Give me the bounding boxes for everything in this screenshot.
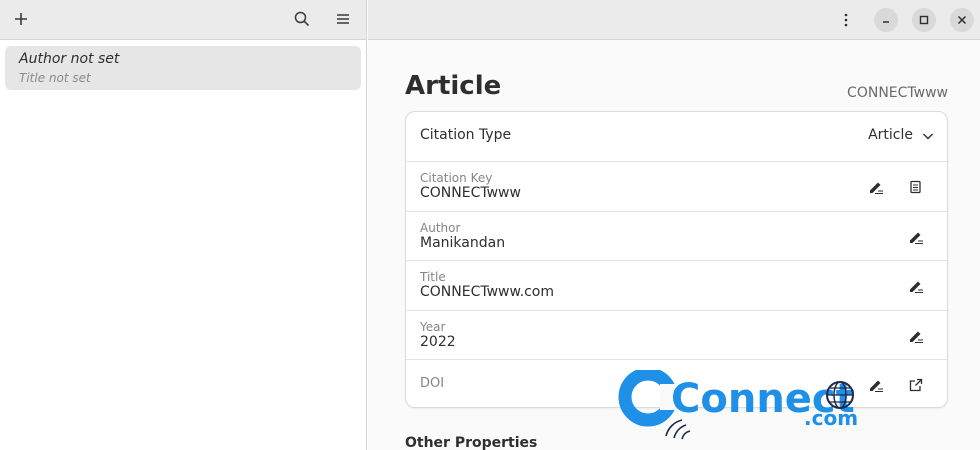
citation-type-label: Citation Type bbox=[420, 127, 512, 143]
field-value: CONNECTwww.com bbox=[420, 284, 555, 300]
field-value: Manikandan bbox=[420, 235, 506, 251]
list-item-entry[interactable]: Author not set Title not set bbox=[5, 46, 361, 90]
maximize-icon bbox=[919, 15, 929, 25]
field-label: Citation Key bbox=[420, 171, 493, 185]
main-header bbox=[368, 0, 980, 40]
edit-button[interactable] bbox=[906, 227, 926, 247]
close-button[interactable] bbox=[950, 8, 974, 32]
menu-button[interactable] bbox=[329, 5, 357, 33]
edit-button[interactable] bbox=[906, 326, 926, 346]
entry-author: Author not set bbox=[19, 51, 120, 67]
vertical-dots-icon bbox=[844, 13, 848, 27]
page-title: Article bbox=[405, 71, 502, 101]
properties-card: Citation Type Article Citation Key CONNE… bbox=[405, 111, 948, 408]
edit-icon bbox=[870, 182, 883, 194]
edit-button[interactable] bbox=[906, 276, 926, 296]
field-label: Author bbox=[420, 221, 461, 235]
copy-button[interactable] bbox=[906, 177, 926, 197]
field-label: Title bbox=[420, 270, 446, 284]
close-icon bbox=[957, 15, 967, 25]
citation-type-row[interactable]: Citation Type Article bbox=[406, 112, 947, 162]
sidebar: Author not set Title not set bbox=[0, 0, 367, 450]
other-properties-heading: Other Properties bbox=[405, 435, 538, 450]
main-menu-button[interactable] bbox=[834, 6, 858, 34]
edit-icon bbox=[910, 331, 923, 343]
add-button[interactable] bbox=[7, 5, 35, 33]
search-button[interactable] bbox=[288, 5, 316, 33]
edit-icon bbox=[910, 232, 923, 244]
external-link-icon bbox=[909, 378, 923, 392]
maximize-button[interactable] bbox=[912, 8, 936, 32]
field-row-year: Year 2022 bbox=[406, 311, 947, 360]
edit-button[interactable] bbox=[866, 177, 886, 197]
field-value: CONNECTwww bbox=[420, 185, 521, 201]
field-label: DOI bbox=[420, 376, 445, 391]
plus-icon bbox=[15, 13, 27, 25]
sidebar-header bbox=[0, 0, 366, 40]
hamburger-menu-icon bbox=[337, 14, 349, 24]
copy-icon bbox=[910, 180, 921, 194]
field-value: 2022 bbox=[420, 334, 456, 350]
logo-suffix: .com bbox=[804, 406, 858, 430]
connect-logo-watermark: Connect .com bbox=[618, 370, 858, 440]
field-row-author: Author Manikandan bbox=[406, 212, 947, 261]
field-row-title: Title CONNECTwww.com bbox=[406, 261, 947, 311]
minimize-icon bbox=[883, 21, 889, 23]
field-row-citation-key: Citation Key CONNECTwww bbox=[406, 162, 947, 212]
citation-type-value[interactable]: Article bbox=[868, 127, 913, 143]
citation-key-display: CONNECTwww bbox=[847, 85, 948, 101]
chevron-down-icon[interactable] bbox=[921, 129, 935, 143]
edit-icon bbox=[910, 281, 923, 293]
entry-title: Title not set bbox=[19, 71, 91, 85]
open-link-button[interactable] bbox=[906, 375, 926, 395]
minimize-button[interactable] bbox=[874, 8, 898, 32]
search-icon bbox=[294, 11, 310, 27]
field-label: Year bbox=[420, 320, 446, 334]
